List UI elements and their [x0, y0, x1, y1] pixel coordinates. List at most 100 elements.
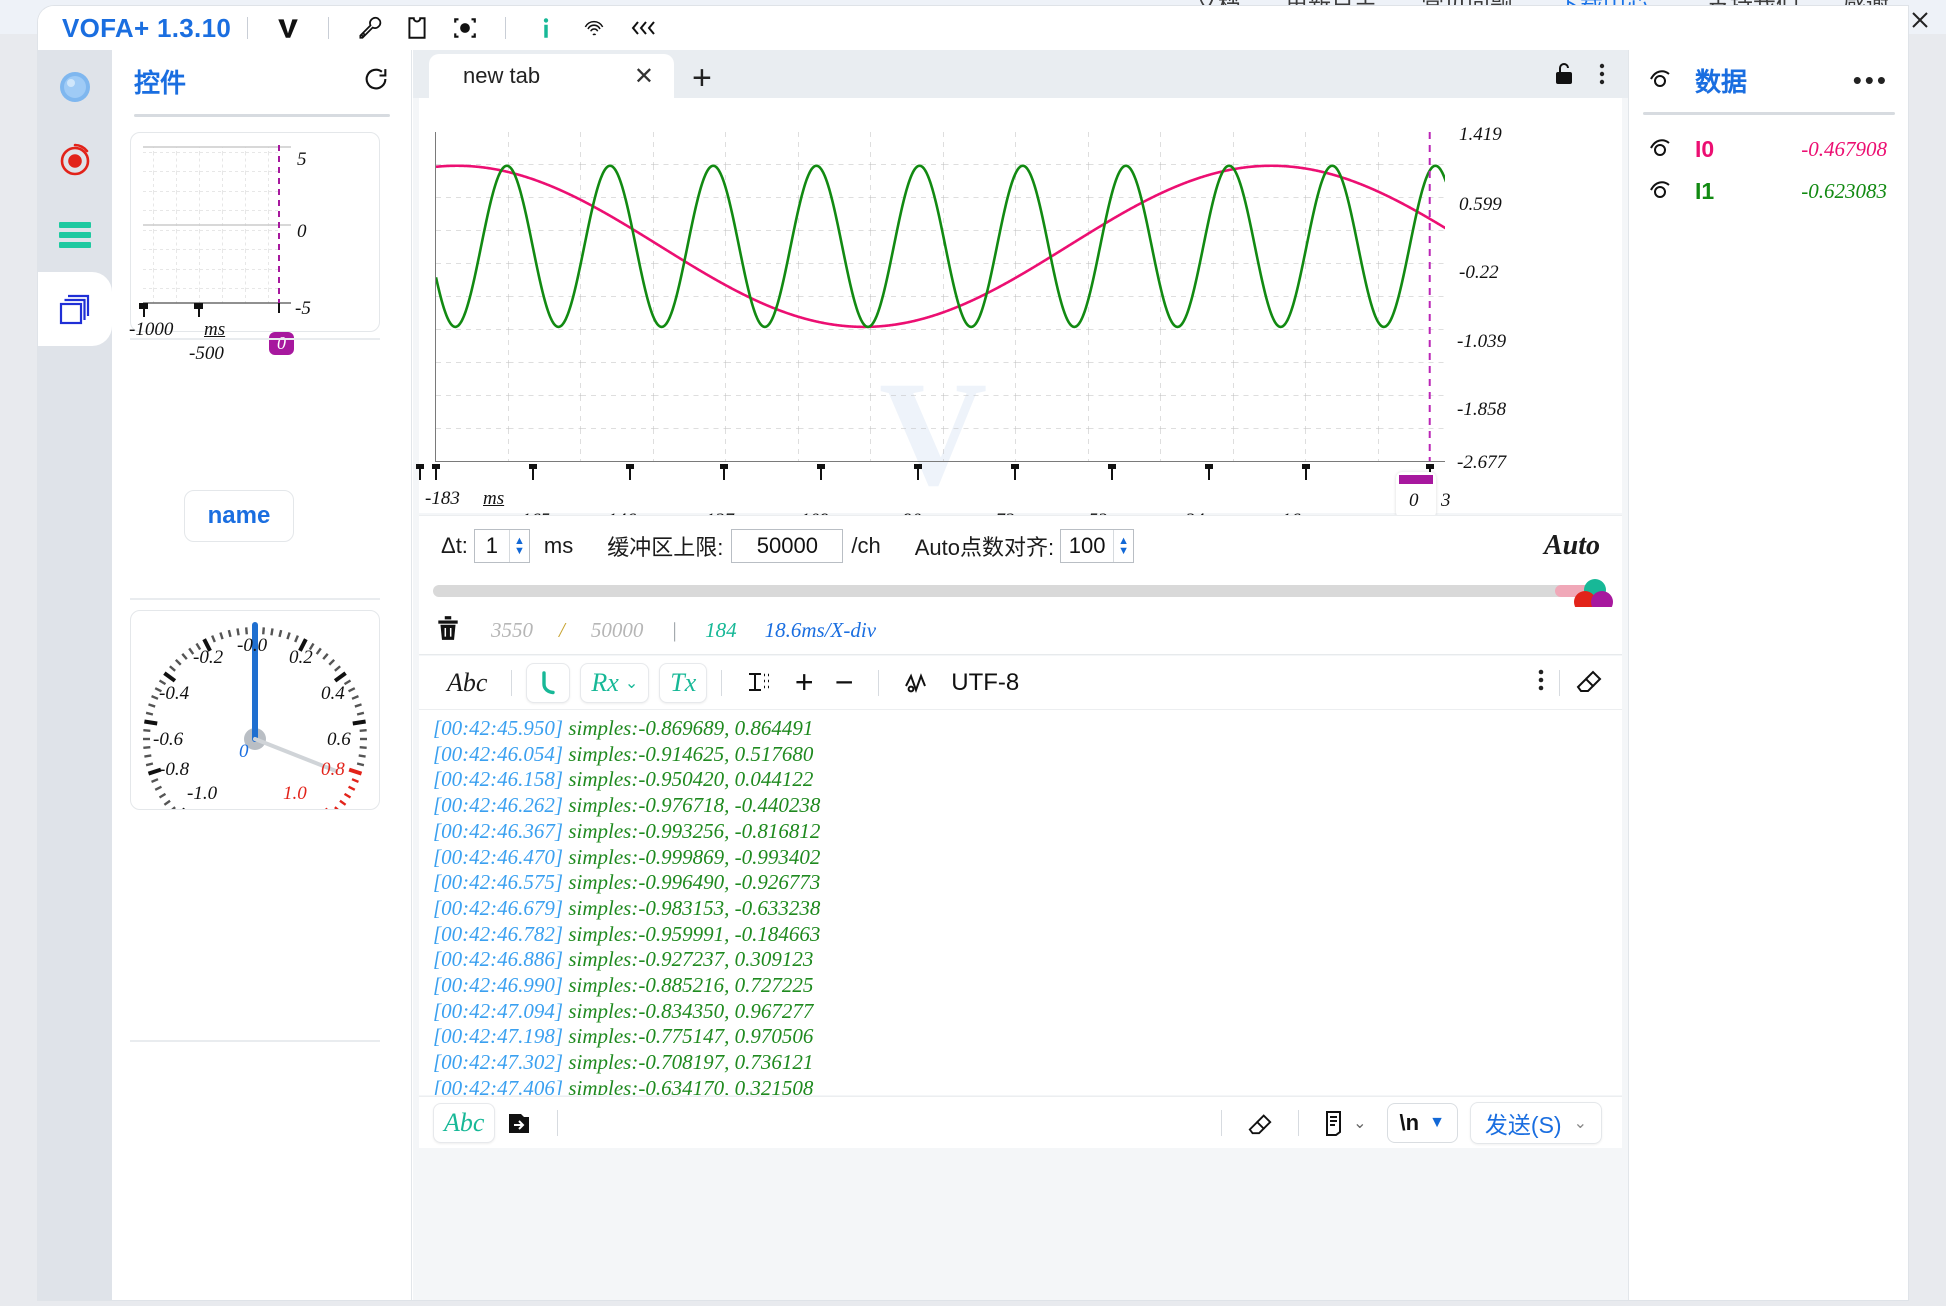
log-timestamp: [00:42:47.198]	[433, 1024, 564, 1049]
gauge-tick	[348, 785, 356, 791]
plot-x-unit: ms	[483, 488, 505, 509]
mini-plot-ylabel: 0	[297, 221, 307, 242]
data-row-i1[interactable]: I1 -0.623083	[1629, 170, 1909, 212]
center-column: new tab ✕ + V	[413, 50, 1628, 1300]
left-icon-rail	[38, 50, 112, 1300]
hook-icon[interactable]	[526, 662, 571, 703]
gauge-tick	[211, 635, 216, 643]
terminal-log[interactable]: [00:42:45.950] simples:-0.869689, 0.8644…	[419, 710, 1622, 1095]
buffer-limit-input[interactable]	[744, 532, 831, 559]
plot-controls-row: Δt: ▲▼ ms 缓冲区上限: /ch Auto点数对齐: ▲▼ Auto	[419, 515, 1622, 575]
x-tick	[626, 464, 634, 480]
log-timestamp: [00:42:46.886]	[433, 947, 564, 972]
document-icon[interactable]: ⌄	[1313, 1103, 1376, 1143]
newline-dropdown[interactable]: \n ▼	[1386, 1102, 1458, 1143]
eye-icon[interactable]	[1649, 178, 1679, 205]
log-value: simples:-0.834350, 0.967277	[563, 998, 814, 1023]
dt-label: Δt:	[441, 532, 468, 558]
rail-item-connection[interactable]	[38, 50, 112, 124]
zoom-out-button[interactable]: −	[824, 663, 864, 703]
plot-ylabel: -2.677	[1457, 452, 1507, 473]
refresh-icon[interactable]	[362, 65, 390, 98]
mini-plot-cursor-badge[interactable]: 0	[269, 332, 294, 355]
eye-icon[interactable]	[1649, 136, 1679, 163]
gauge-tick	[334, 806, 341, 813]
terminal-toolbar: Abc Rx ⌄ Tx + − UTF-8	[419, 656, 1622, 710]
log-line: [00:42:47.094] simples:-0.834350, 0.9672…	[433, 999, 1622, 1025]
send-row: Abc ⌄ \n ▼ 发送(S) ⌄	[419, 1096, 1622, 1148]
zoom-in-button[interactable]: +	[784, 663, 824, 703]
buffer-limit-field[interactable]	[731, 528, 844, 563]
collapse-left-icon[interactable]	[625, 11, 659, 45]
info-icon[interactable]	[529, 11, 563, 45]
gauge-tick	[245, 627, 248, 635]
target-icon[interactable]	[448, 11, 482, 45]
abc-send-format-button[interactable]: Abc	[433, 1102, 496, 1143]
stepper-arrows[interactable]: ▲ ▼	[1113, 529, 1133, 562]
shirt-icon[interactable]	[400, 11, 434, 45]
add-tab-button[interactable]: +	[692, 58, 712, 98]
divider	[1559, 669, 1560, 696]
gauge-tick	[352, 719, 366, 726]
eye-icon[interactable]	[1649, 67, 1679, 94]
auto-align-input[interactable]	[1061, 529, 1114, 562]
divider	[1298, 1109, 1300, 1136]
gauge-widget[interactable]: -0.0 -0.2 0.2 -0.4 0.4 -0.6 0.6 -0.8 0.8…	[130, 610, 380, 820]
gauge-tick	[348, 767, 363, 776]
eraser-icon[interactable]	[1236, 1103, 1284, 1143]
x-tick	[432, 464, 440, 480]
divider	[130, 1040, 380, 1042]
mini-plot-widget[interactable]: 5 0 -5 -1000 ms -500 0	[129, 132, 380, 364]
log-timestamp: [00:42:46.367]	[433, 818, 564, 843]
stepper-arrows[interactable]: ▲ ▼	[508, 529, 529, 562]
log-timestamp: [00:42:45.950]	[433, 716, 564, 740]
gauge-tick	[348, 687, 356, 693]
log-timestamp: [00:42:46.054]	[433, 741, 564, 766]
buffer-limit-label: 缓冲区上限:	[607, 534, 724, 560]
more-horizontal-icon[interactable]: •••	[1853, 65, 1889, 96]
more-vertical-icon[interactable]	[1598, 61, 1606, 92]
close-button[interactable]	[1908, 8, 1932, 34]
close-icon[interactable]: ✕	[634, 62, 654, 91]
send-file-icon[interactable]	[495, 1103, 543, 1143]
data-panel: 数据 ••• I0 -0.467908 I1 -0.623083	[1628, 50, 1908, 1300]
rail-item-layers[interactable]	[38, 272, 112, 346]
log-value: simples:-0.983153, -0.633238	[563, 895, 821, 920]
dt-stepper[interactable]: ▲▼	[473, 528, 530, 563]
abc-format-button[interactable]: Abc	[437, 663, 497, 703]
dt-input[interactable]	[474, 529, 509, 562]
unlock-icon[interactable]	[1552, 61, 1576, 92]
fingerprint-icon[interactable]	[577, 11, 611, 45]
send-button[interactable]: 发送(S) ⌄	[1469, 1101, 1602, 1144]
plot-ylabel: 0.599	[1459, 194, 1502, 215]
tx-button[interactable]: Tx	[659, 662, 708, 703]
more-vertical-icon[interactable]	[1537, 666, 1545, 699]
auto-align-stepper[interactable]: ▲▼	[1060, 528, 1135, 563]
vofa-logo-icon[interactable]	[271, 11, 305, 45]
trash-icon[interactable]	[435, 614, 461, 647]
buffer-total: 50000	[590, 618, 644, 642]
gauge-tick	[343, 792, 352, 799]
waveform-icon[interactable]	[893, 663, 943, 703]
rx-dropdown[interactable]: Rx ⌄	[580, 662, 650, 703]
data-row-i0[interactable]: I0 -0.467908	[1629, 128, 1909, 170]
tab-bar: new tab ✕ +	[413, 50, 1628, 98]
cursor-chip-handle[interactable]	[1399, 475, 1433, 484]
log-timestamp: [00:42:46.158]	[433, 767, 564, 792]
text-format-icon[interactable]	[736, 663, 784, 703]
app-titlebar: VOFA+ 1.3.10	[38, 6, 1908, 50]
log-line: [00:42:46.679] simples:-0.983153, -0.633…	[433, 896, 1622, 922]
gauge-tick	[163, 671, 177, 683]
tab-new-tab[interactable]: new tab ✕	[429, 54, 674, 98]
rail-item-menu[interactable]	[38, 198, 112, 272]
auto-mode-label[interactable]: Auto	[1544, 530, 1600, 562]
waveform-plot[interactable]	[435, 132, 1445, 462]
buffer-scrollbar[interactable]	[433, 585, 1605, 597]
cursor-readout-chip[interactable]: 0	[1396, 472, 1436, 518]
name-widget[interactable]: name	[184, 490, 294, 542]
rail-item-record[interactable]	[38, 124, 112, 198]
log-line: [00:42:47.406] simples:-0.634170, 0.3215…	[433, 1076, 1622, 1095]
encoding-label[interactable]: UTF-8	[951, 669, 1019, 697]
wrench-icon[interactable]	[352, 11, 386, 45]
eraser-icon[interactable]	[1574, 666, 1604, 699]
